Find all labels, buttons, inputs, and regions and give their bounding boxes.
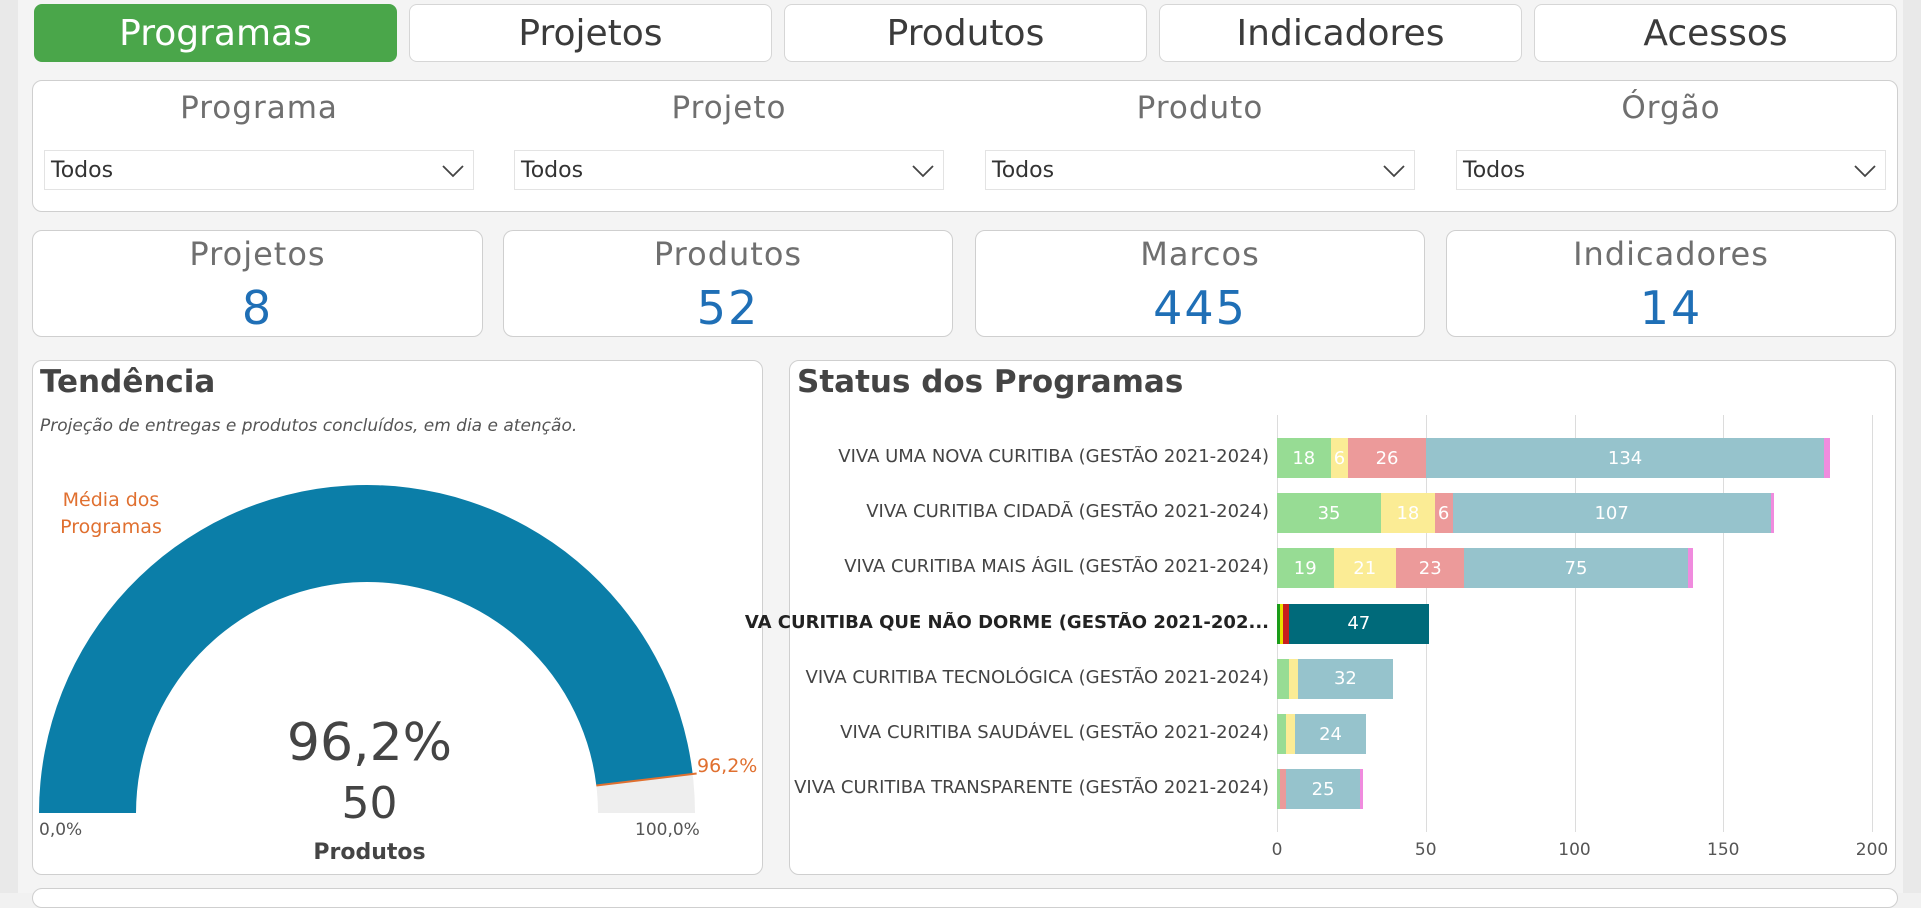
projeto-dropdown-value: Todos <box>521 158 584 183</box>
chevron-down-icon <box>1383 165 1405 178</box>
gauge-percent: 96,2% <box>286 713 453 773</box>
status-title: Status dos Programas <box>797 364 1184 400</box>
tab-projetos[interactable]: Projetos <box>409 4 772 62</box>
programa-dropdown-value: Todos <box>51 158 114 183</box>
kpi-label: Marcos <box>1140 235 1260 273</box>
gauge-target-value: 96,2% <box>697 755 758 777</box>
orgao-dropdown-value: Todos <box>1463 158 1526 183</box>
target-label: Média dos Programas <box>46 487 176 541</box>
kpi-label: Projetos <box>189 235 326 273</box>
target-label-line: Programas <box>60 516 162 538</box>
chevron-down-icon <box>442 165 464 178</box>
filter-label-orgao: Órgão <box>1621 90 1721 126</box>
orgao-dropdown[interactable]: Todos <box>1456 150 1886 190</box>
kpi-card-produtos: Produtos 52 <box>503 230 953 337</box>
kpi-value: 52 <box>696 281 760 335</box>
page-margin-left <box>0 0 18 893</box>
next-panel-edge <box>32 888 1898 908</box>
kpi-card-indicadores: Indicadores 14 <box>1446 230 1896 337</box>
tab-acessos[interactable]: Acessos <box>1534 4 1897 62</box>
filter-label-projeto: Projeto <box>671 90 787 126</box>
programa-dropdown[interactable]: Todos <box>44 150 474 190</box>
kpi-label: Produtos <box>653 235 803 273</box>
tab-indicadores[interactable]: Indicadores <box>1159 4 1522 62</box>
tab-programas[interactable]: Programas <box>34 4 397 62</box>
kpi-value: 14 <box>1639 281 1703 335</box>
kpi-card-projetos: Projetos 8 <box>32 230 483 337</box>
status-panel <box>789 360 1896 875</box>
produto-dropdown[interactable]: Todos <box>985 150 1415 190</box>
kpi-card-marcos: Marcos 445 <box>975 230 1425 337</box>
kpi-label: Indicadores <box>1573 235 1769 273</box>
gauge-max-label: 100,0% <box>635 820 700 840</box>
filter-label-produto: Produto <box>1136 90 1264 126</box>
gauge-count: 50 <box>341 778 398 829</box>
kpi-value: 445 <box>1153 281 1247 335</box>
chevron-down-icon <box>912 165 934 178</box>
filter-label-programa: Programa <box>180 90 338 126</box>
projeto-dropdown[interactable]: Todos <box>514 150 944 190</box>
chevron-down-icon <box>1854 165 1876 178</box>
gauge-min-label: 0,0% <box>39 820 83 840</box>
kpi-value: 8 <box>241 281 274 335</box>
page-margin-right <box>1903 0 1921 893</box>
target-label-line: Média dos <box>62 489 160 511</box>
gauge-count-label: Produtos <box>313 840 426 865</box>
produto-dropdown-value: Todos <box>992 158 1055 183</box>
tab-produtos[interactable]: Produtos <box>784 4 1147 62</box>
